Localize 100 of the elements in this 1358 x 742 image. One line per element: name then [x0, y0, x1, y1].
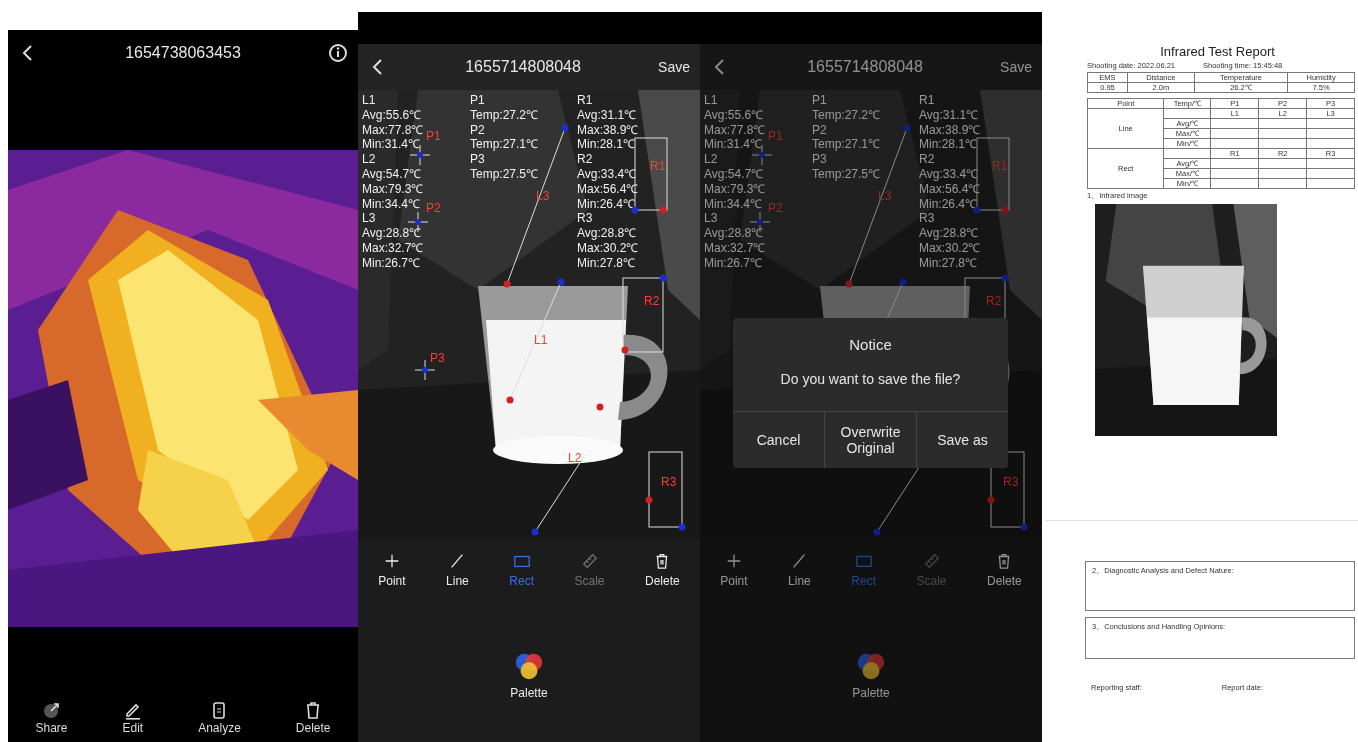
- marker-label: P2: [426, 202, 441, 215]
- reading-value: Max:56.4℃: [919, 181, 981, 197]
- line-tool[interactable]: Line: [788, 552, 811, 588]
- reading-value: Min:31.4℃: [704, 137, 763, 153]
- reading-value: Max:79.3℃: [362, 181, 424, 197]
- reading-value: Min:27.8℃: [919, 255, 978, 271]
- reading-value: Min:26.7℃: [704, 255, 763, 271]
- reading-value: Min:28.1℃: [577, 137, 636, 153]
- reading-name: P3: [812, 152, 827, 167]
- reading-value: Min:26.7℃: [362, 255, 421, 271]
- reading-name: P1: [812, 93, 827, 108]
- reading-value: Avg:28.8℃: [577, 226, 637, 241]
- reading-value: Temp:27.1℃: [812, 137, 881, 153]
- delete-button[interactable]: Delete: [295, 700, 331, 735]
- rect-tool[interactable]: Rect: [509, 552, 534, 588]
- marker-label: P3: [430, 352, 445, 365]
- file-title: 1655714808048: [465, 58, 581, 76]
- palette-button[interactable]: Palette: [510, 650, 548, 700]
- share-icon: [41, 700, 62, 720]
- reading-value: Avg:33.4℃: [919, 167, 979, 182]
- reading-value: Max:32.7℃: [362, 240, 424, 256]
- reading-name: P2: [470, 122, 485, 138]
- marker-label: L2: [568, 452, 582, 465]
- ruler-icon: [580, 552, 599, 570]
- reading-name: R3: [577, 211, 593, 227]
- reading-value: Avg:55.6℃: [704, 107, 764, 123]
- reading-name: P2: [812, 122, 827, 138]
- file-title: 1655714808048: [807, 58, 923, 76]
- analyze-button[interactable]: Analyze: [198, 700, 241, 735]
- marker-label: R2: [644, 295, 660, 308]
- reading-value: Temp:27.5℃: [470, 167, 539, 182]
- file-title: 1654738063453: [125, 44, 241, 62]
- reading-name: L1: [362, 93, 376, 108]
- ruler-icon: [922, 552, 941, 570]
- reading-value: Max:30.2℃: [577, 240, 639, 256]
- marker-label: L1: [534, 334, 548, 347]
- reading-value: Min:27.8℃: [577, 255, 636, 271]
- save-button[interactable]: Save: [658, 59, 690, 75]
- delete-tool[interactable]: Delete: [645, 552, 680, 588]
- reading-value: Max:32.7℃: [704, 240, 766, 256]
- reading-value: Max:56.4℃: [577, 181, 639, 197]
- reading-name: L2: [362, 152, 376, 167]
- reading-value: Max:77.8℃: [362, 122, 424, 138]
- marker-label: R1: [650, 160, 666, 173]
- marker-label: P1: [768, 130, 783, 143]
- reading-name: L3: [704, 211, 718, 227]
- info-icon[interactable]: [328, 43, 348, 63]
- point-tool[interactable]: Point: [378, 552, 406, 588]
- report-title: Infrared Test Report: [1160, 44, 1275, 59]
- reading-value: Min:34.4℃: [704, 196, 763, 212]
- reading-value: Avg:55.6℃: [362, 107, 422, 123]
- marker-label: R3: [1003, 476, 1019, 489]
- delete-tool[interactable]: Delete: [987, 552, 1022, 588]
- reading-value: Max:30.2℃: [919, 240, 981, 256]
- reading-name: R2: [919, 152, 935, 167]
- reading-name: R1: [577, 93, 593, 108]
- marker-label: R3: [661, 476, 677, 489]
- dialog-button[interactable]: Save as: [916, 412, 1008, 468]
- reading-value: Avg:54.7℃: [362, 167, 422, 182]
- dialog-title: Notice: [849, 336, 892, 353]
- reading-name: L3: [362, 211, 376, 227]
- marker-label: L3: [536, 190, 550, 203]
- dialog-button[interactable]: Overwrite Original: [824, 412, 916, 468]
- reading-value: Max:38.9℃: [577, 122, 639, 138]
- marker-label: P1: [426, 130, 441, 143]
- reading-value: Min:26.4℃: [577, 196, 636, 212]
- reading-value: Avg:54.7℃: [704, 167, 764, 182]
- reading-value: Avg:31.1℃: [577, 107, 637, 123]
- reading-value: Avg:33.4℃: [577, 167, 637, 182]
- line-tool[interactable]: Line: [446, 552, 469, 588]
- save-button[interactable]: Save: [1000, 59, 1032, 75]
- reading-value: Max:38.9℃: [919, 122, 981, 138]
- reading-name: R3: [919, 211, 935, 227]
- reading-value: Temp:27.2℃: [470, 107, 539, 123]
- marker-label: R1: [992, 160, 1008, 173]
- point-tool[interactable]: Point: [720, 552, 748, 588]
- reading-value: Min:26.4℃: [919, 196, 978, 212]
- reading-value: Temp:27.5℃: [812, 167, 881, 182]
- share-button[interactable]: Share: [35, 700, 68, 735]
- reading-value: Avg:28.8℃: [362, 226, 422, 241]
- reading-value: Temp:27.1℃: [470, 137, 539, 153]
- reading-name: R2: [577, 152, 593, 167]
- reading-value: Min:28.1℃: [919, 137, 978, 153]
- marker-label: L3: [878, 190, 892, 203]
- reading-name: P1: [470, 93, 485, 108]
- reading-value: Avg:28.8℃: [704, 226, 764, 241]
- reading-value: Temp:27.2℃: [812, 107, 881, 123]
- edit-button[interactable]: Edit: [122, 700, 144, 735]
- reading-value: Max:77.8℃: [704, 122, 766, 138]
- reading-name: R1: [919, 93, 935, 108]
- reading-value: Avg:31.1℃: [919, 107, 979, 123]
- dialog-message: Do you want to save the file?: [780, 371, 961, 387]
- dialog-button[interactable]: Cancel: [733, 412, 824, 468]
- reading-name: L2: [704, 152, 718, 167]
- reading-value: Min:31.4℃: [362, 137, 421, 153]
- palette-button[interactable]: Palette: [852, 650, 890, 700]
- marker-label: P2: [768, 202, 783, 215]
- reading-value: Avg:28.8℃: [919, 226, 979, 241]
- reading-value: Min:34.4℃: [362, 196, 421, 212]
- reading-name: L1: [704, 93, 718, 108]
